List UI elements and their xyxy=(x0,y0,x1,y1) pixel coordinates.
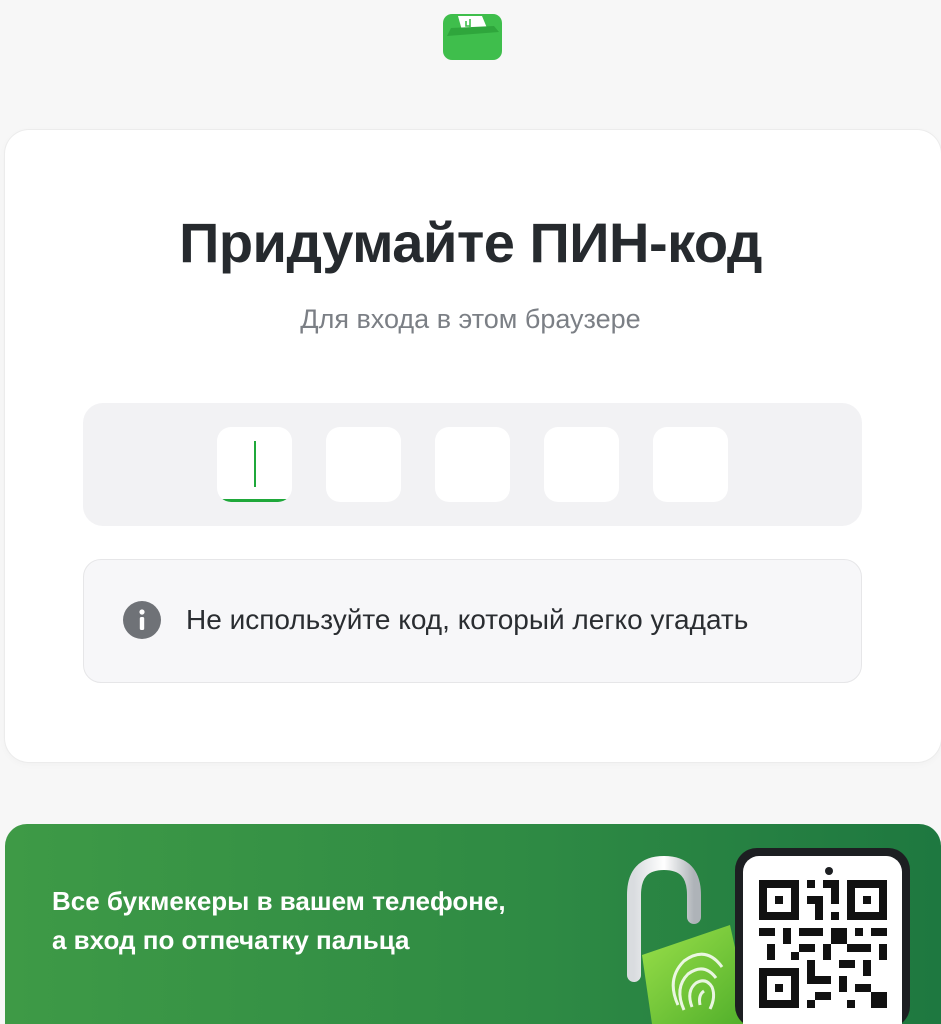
pin-setup-page: Придумайте ПИН-код Для входа в этом брау… xyxy=(0,0,941,1024)
phone-screen xyxy=(743,856,902,1024)
wallet-logo-icon xyxy=(443,14,502,60)
phone-camera-dot xyxy=(825,867,833,875)
hint-text: Не используйте код, который легко угадат… xyxy=(186,604,749,635)
promo-text-line-2: а вход по отпечатку пальца xyxy=(52,925,410,955)
page-subtitle: Для входа в этом браузере xyxy=(300,304,641,334)
fingerprint-lock-icon xyxy=(612,855,752,1024)
qr-code-icon xyxy=(759,880,887,1008)
pin-digit-3[interactable] xyxy=(435,427,510,502)
text-caret xyxy=(254,441,256,487)
pin-digit-1[interactable] xyxy=(217,427,292,502)
phone-mockup xyxy=(735,848,910,1024)
page-title: Придумайте ПИН-код xyxy=(179,211,762,274)
pin-digit-4[interactable] xyxy=(544,427,619,502)
pin-digit-5[interactable] xyxy=(653,427,728,502)
promo-text-line-1: Все букмекеры в вашем телефоне, xyxy=(52,886,506,916)
pin-digit-2[interactable] xyxy=(326,427,401,502)
info-icon xyxy=(123,601,161,639)
